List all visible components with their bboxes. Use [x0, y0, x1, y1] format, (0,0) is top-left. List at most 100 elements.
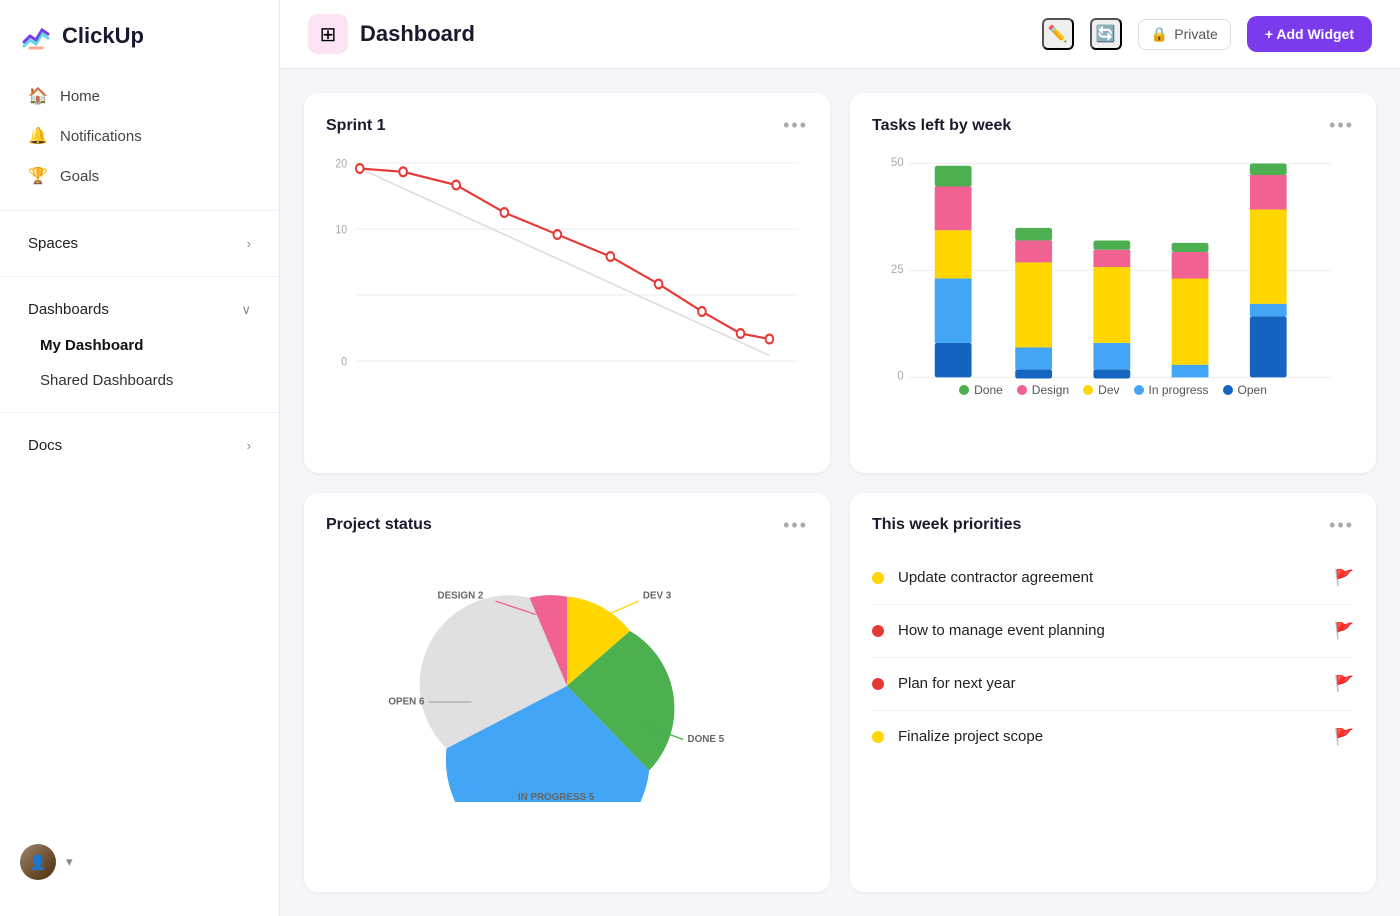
sprint-card-menu[interactable]: ••• — [783, 115, 808, 136]
sidebar-label-notifications: Notifications — [60, 128, 142, 145]
bar-chart-legend: Done Design Dev In progress — [872, 383, 1354, 397]
tasks-card-title: Tasks left by week — [872, 117, 1011, 135]
svg-text:10: 10 — [335, 224, 347, 237]
inprogress-label: In progress — [1149, 383, 1209, 397]
priority-flag-2: 🚩 — [1334, 621, 1354, 641]
priority-dot-3 — [872, 678, 884, 690]
inprogress-dot — [1134, 385, 1144, 395]
sprint-card: Sprint 1 ••• 20 10 0 — [304, 93, 830, 473]
home-icon: 🏠 — [28, 86, 48, 106]
priority-flag-1: 🚩 — [1334, 568, 1354, 588]
legend-done: Done — [959, 383, 1003, 397]
priority-text-2: How to manage event planning — [898, 622, 1320, 639]
trophy-icon: 🏆 — [28, 166, 48, 186]
priority-text-3: Plan for next year — [898, 675, 1320, 692]
project-status-title: Project status — [326, 516, 432, 534]
sidebar-section-dashboards[interactable]: Dashboards ∨ — [8, 291, 271, 328]
svg-text:20: 20 — [335, 158, 347, 171]
spaces-chevron: › — [247, 236, 251, 251]
lock-icon: 🔒 — [1151, 26, 1168, 43]
design-dot — [1017, 385, 1027, 395]
logo-text: ClickUp — [62, 23, 144, 49]
svg-text:IN PROGRESS 5: IN PROGRESS 5 — [518, 792, 595, 802]
refresh-button[interactable]: 🔄 — [1090, 18, 1122, 50]
header: ⊞ Dashboard ✏️ 🔄 🔒 Private + Add Widget — [280, 0, 1400, 69]
priorities-card: This week priorities ••• Update contract… — [850, 493, 1376, 893]
bar-chart-svg: 50 25 0 — [872, 152, 1354, 382]
dashboard-icon-wrap: ⊞ — [308, 14, 348, 54]
sidebar-item-shared-dashboards[interactable]: Shared Dashboards — [8, 363, 271, 398]
sprint-chart-svg: 20 10 0 — [326, 152, 808, 372]
sprint-card-header: Sprint 1 ••• — [326, 115, 808, 136]
priority-item-4: Finalize project scope 🚩 — [872, 711, 1354, 763]
svg-text:0: 0 — [341, 356, 347, 369]
sidebar-item-notifications[interactable]: 🔔 Notifications — [8, 116, 271, 156]
private-badge[interactable]: 🔒 Private — [1138, 19, 1231, 50]
nav-divider-1 — [0, 210, 279, 211]
header-left: ⊞ Dashboard — [308, 14, 475, 54]
shared-dashboards-label: Shared Dashboards — [40, 372, 173, 389]
priority-flag-4: 🚩 — [1334, 727, 1354, 747]
open-dot — [1223, 385, 1233, 395]
edit-button[interactable]: ✏️ — [1042, 18, 1074, 50]
header-right: ✏️ 🔄 🔒 Private + Add Widget — [1042, 16, 1372, 52]
priority-list: Update contractor agreement 🚩 How to man… — [872, 552, 1354, 763]
avatar: 👤 — [20, 844, 56, 880]
priority-item-2: How to manage event planning 🚩 — [872, 605, 1354, 658]
clickup-logo-icon — [20, 20, 52, 52]
user-profile[interactable]: 👤 ▾ — [0, 828, 279, 896]
private-label: Private — [1174, 26, 1218, 42]
sprint-card-title: Sprint 1 — [326, 117, 386, 135]
nav-divider-3 — [0, 412, 279, 413]
sidebar-section-docs[interactable]: Docs › — [8, 427, 271, 464]
my-dashboard-label: My Dashboard — [40, 337, 143, 354]
sidebar-item-my-dashboard[interactable]: My Dashboard — [8, 328, 271, 363]
project-status-header: Project status ••• — [326, 515, 808, 536]
tasks-card-header: Tasks left by week ••• — [872, 115, 1354, 136]
page-title: Dashboard — [360, 21, 475, 47]
svg-text:OPEN 6: OPEN 6 — [388, 696, 425, 707]
svg-text:25: 25 — [891, 264, 904, 276]
tasks-card-menu[interactable]: ••• — [1329, 115, 1354, 136]
sidebar-label-goals: Goals — [60, 168, 99, 185]
priority-dot-1 — [872, 572, 884, 584]
add-widget-button[interactable]: + Add Widget — [1247, 16, 1372, 52]
done-dot — [959, 385, 969, 395]
sidebar: ClickUp 🏠 Home 🔔 Notifications 🏆 Goals S… — [0, 0, 280, 916]
logo[interactable]: ClickUp — [0, 20, 279, 76]
dev-dot — [1083, 385, 1093, 395]
dashboards-label: Dashboards — [28, 301, 109, 318]
docs-chevron: › — [247, 438, 251, 453]
docs-label: Docs — [28, 437, 62, 454]
dashboards-chevron: ∨ — [241, 302, 251, 318]
dashboard-grid-icon: ⊞ — [320, 22, 337, 47]
priority-text-1: Update contractor agreement — [898, 569, 1320, 586]
dev-label: Dev — [1098, 383, 1119, 397]
legend-dev: Dev — [1083, 383, 1119, 397]
svg-text:0: 0 — [897, 371, 903, 382]
sidebar-nav: 🏠 Home 🔔 Notifications 🏆 Goals Spaces › … — [0, 76, 279, 464]
priorities-card-title: This week priorities — [872, 516, 1021, 534]
priorities-card-menu[interactable]: ••• — [1329, 515, 1354, 536]
priority-item-1: Update contractor agreement 🚩 — [872, 552, 1354, 605]
legend-open: Open — [1223, 383, 1267, 397]
bell-icon: 🔔 — [28, 126, 48, 146]
svg-text:DONE 5: DONE 5 — [688, 734, 725, 745]
sidebar-item-home[interactable]: 🏠 Home — [8, 76, 271, 116]
sidebar-section-spaces[interactable]: Spaces › — [8, 225, 271, 262]
priority-item-3: Plan for next year 🚩 — [872, 658, 1354, 711]
svg-text:DESIGN 2: DESIGN 2 — [438, 590, 484, 601]
priorities-card-header: This week priorities ••• — [872, 515, 1354, 536]
priority-dot-2 — [872, 625, 884, 637]
priority-flag-3: 🚩 — [1334, 674, 1354, 694]
done-label: Done — [974, 383, 1003, 397]
nav-divider-2 — [0, 276, 279, 277]
user-chevron: ▾ — [66, 854, 73, 870]
project-status-card: Project status ••• — [304, 493, 830, 893]
project-status-menu[interactable]: ••• — [783, 515, 808, 536]
design-label: Design — [1032, 383, 1069, 397]
pie-chart-wrap: DEV 3 DONE 5 IN PROGRESS 5 OPEN 6 DESIGN… — [326, 552, 808, 802]
sidebar-item-goals[interactable]: 🏆 Goals — [8, 156, 271, 196]
open-label: Open — [1238, 383, 1267, 397]
sidebar-label-home: Home — [60, 88, 100, 105]
